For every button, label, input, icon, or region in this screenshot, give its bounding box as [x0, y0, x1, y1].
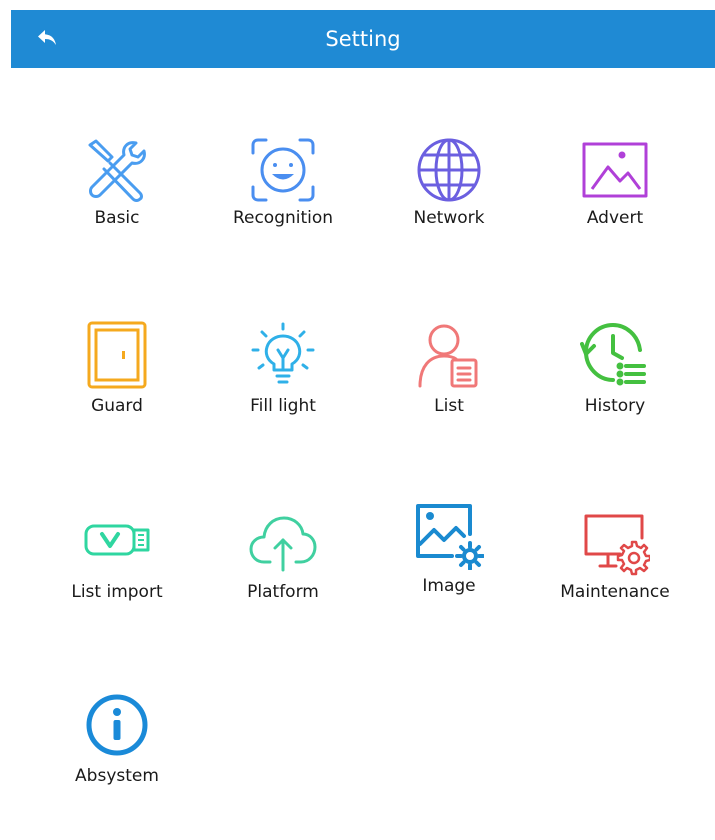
menu-item-label: Maintenance	[560, 582, 670, 602]
face-scan-icon	[248, 135, 318, 205]
menu-item-label: Image	[422, 576, 476, 596]
user-list-icon	[414, 320, 484, 390]
page-title: Setting	[325, 27, 401, 51]
image-settings-icon	[414, 500, 484, 570]
menu-item-basic[interactable]: Basic	[32, 130, 202, 280]
menu-item-advert[interactable]: Advert	[530, 130, 700, 280]
menu-item-label: List	[434, 396, 464, 416]
usb-drive-icon	[82, 506, 152, 576]
menu-item-list[interactable]: List	[364, 318, 534, 468]
menu-item-label: Network	[413, 208, 485, 228]
history-clock-icon	[580, 320, 650, 390]
menu-item-fill-light[interactable]: Fill light	[198, 318, 368, 468]
menu-item-label: List import	[71, 582, 163, 602]
menu-item-history[interactable]: History	[530, 318, 700, 468]
info-icon	[82, 690, 152, 760]
menu-item-image[interactable]: Image	[364, 500, 534, 650]
menu-item-label: Absystem	[75, 766, 159, 786]
menu-item-label: Recognition	[232, 208, 334, 228]
tools-icon	[82, 135, 152, 205]
menu-item-label: Platform	[247, 582, 319, 602]
menu-item-label: Basic	[94, 208, 140, 228]
menu-item-label: Advert	[586, 208, 644, 228]
door-icon	[82, 320, 152, 390]
globe-icon	[414, 135, 484, 205]
menu-item-guard[interactable]: Guard	[32, 318, 202, 468]
cloud-upload-icon	[248, 506, 318, 576]
header-bar: Setting	[11, 10, 715, 68]
picture-icon	[580, 135, 650, 205]
menu-item-maintenance[interactable]: Maintenance	[530, 506, 700, 656]
menu-item-absystem[interactable]: Absystem	[32, 690, 202, 840]
menu-item-platform[interactable]: Platform	[198, 506, 368, 656]
monitor-gear-icon	[580, 506, 650, 576]
menu-item-network[interactable]: Network	[364, 130, 534, 280]
back-arrow-icon	[36, 28, 60, 50]
menu-item-label: Fill light	[250, 396, 316, 416]
menu-item-recognition[interactable]: Recognition	[198, 130, 368, 280]
menu-item-label: Guard	[91, 396, 143, 416]
back-button[interactable]	[33, 24, 63, 54]
menu-item-list-import[interactable]: List import	[32, 506, 202, 656]
menu-item-label: History	[584, 396, 646, 416]
lightbulb-icon	[248, 320, 318, 390]
